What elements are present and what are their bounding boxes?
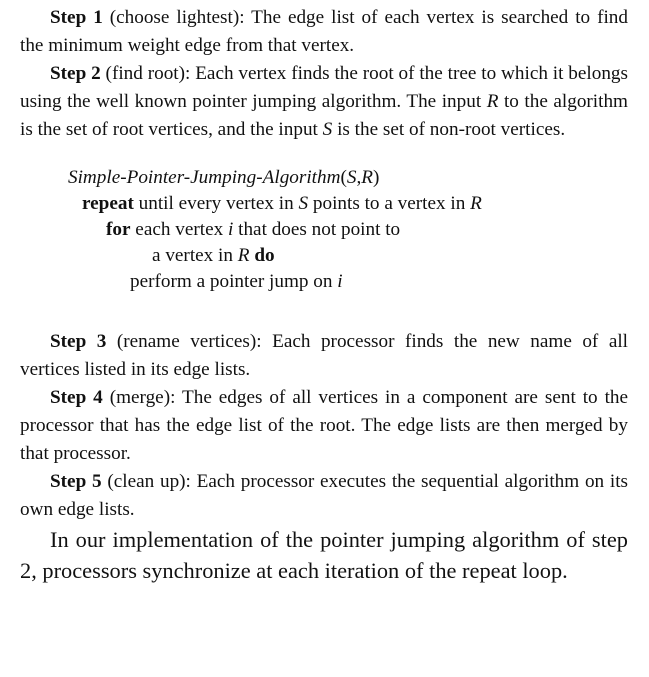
step5-title: (clean up): (101, 471, 197, 492)
step5-paragraph: Step 5 (clean up): Each processor execut… (20, 468, 628, 524)
algorithm-line3-text-a: a vertex in (152, 245, 238, 266)
algorithm-line-for: for each vertex i that does not point to (106, 216, 400, 244)
algorithm-signature: Simple-Pointer-Jumping-Algorithm(S,R) (68, 164, 379, 192)
step1-label: Step 1 (50, 7, 103, 28)
keyword-do: do (249, 245, 275, 266)
algorithm-args-close: ) (372, 167, 380, 188)
step2-text-c: is the set of non-root vertices. (332, 119, 566, 140)
step3-label: Step 3 (50, 331, 107, 352)
step3-title: (rename vertices): (106, 331, 273, 352)
step1-title: (choose lightest): (102, 7, 252, 28)
step2-paragraph: Step 2 (find root): Each vertex finds th… (20, 60, 628, 144)
algorithm-line3-var-r: R (237, 245, 250, 266)
algorithm-line2-text-a: each vertex (130, 219, 228, 240)
algorithm-line1-text-b: points to a vertex in (308, 193, 471, 214)
algorithm-line1-var-s: S (298, 193, 309, 214)
algorithm-line-do: a vertex in R do (152, 242, 275, 270)
keyword-for: for (106, 219, 131, 240)
algorithm-line1-var-r: R (470, 193, 482, 214)
step3-paragraph: Step 3 (rename vertices): Each processor… (20, 328, 628, 384)
algorithm-arg-s: S (346, 167, 357, 188)
algorithm-block: Simple-Pointer-Jumping-Algorithm(S,R) re… (20, 164, 628, 296)
algorithm-line1-text-a: until every vertex in (133, 193, 299, 214)
step1-paragraph: Step 1 (choose lightest): The edge list … (20, 4, 628, 60)
algorithm-name: Simple-Pointer-Jumping-Algorithm (68, 167, 341, 188)
algorithm-arg-r: R (361, 167, 373, 188)
document-page: Step 1 (choose lightest): The edge list … (20, 4, 628, 586)
step2-label: Step 2 (50, 63, 101, 84)
algorithm-line-repeat: repeat until every vertex in S points to… (82, 190, 482, 218)
step2-var-s: S (322, 119, 333, 140)
keyword-repeat: repeat (82, 193, 134, 214)
algorithm-line-perform: perform a pointer jump on i (130, 268, 343, 296)
step4-label: Step 4 (50, 387, 103, 408)
algorithm-line4-var-i: i (337, 271, 343, 292)
step2-var-r: R (486, 91, 499, 112)
closing-paragraph: In our implementation of the pointer jum… (20, 527, 628, 583)
step4-title: (merge): (102, 387, 183, 408)
step5-label: Step 5 (50, 471, 102, 492)
step4-paragraph: Step 4 (merge): The edges of all vertice… (20, 384, 628, 468)
step2-title: (find root): (100, 63, 196, 84)
algorithm-line4-text-a: perform a pointer jump on (130, 271, 338, 292)
algorithm-line2-text-b: that does not point to (233, 219, 401, 240)
